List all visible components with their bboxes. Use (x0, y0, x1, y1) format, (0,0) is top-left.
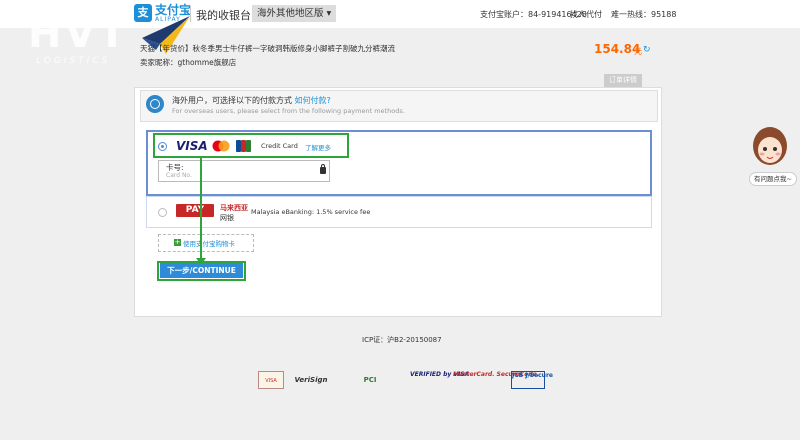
credit-card-label: Credit Card (261, 142, 298, 150)
hotline: 难一热线：95188 (611, 10, 677, 19)
visa-logo: VISA (176, 139, 208, 153)
alipay-logo-icon: 支 (134, 4, 152, 22)
verified-by-visa-logo: VERIFIED by VISA (410, 371, 470, 378)
seller-name: 卖家昵称：gthomme旗舰店 (140, 58, 237, 67)
top-bar (0, 0, 800, 28)
verisign-logo: VeriSign (294, 376, 328, 384)
notice-text: 海外用户，可选择以下的付款方式 如何付款? (172, 95, 331, 106)
lock-icon (320, 164, 326, 174)
header-divider (190, 6, 191, 22)
globe-icon (146, 95, 164, 113)
refresh-icon[interactable]: ↻ (643, 45, 651, 55)
security-badge-logo: VISA (258, 371, 284, 389)
notice-main-text: 海外用户，可选择以下的付款方式 (172, 96, 292, 105)
continue-button[interactable]: 下一步/CONTINUE (160, 263, 243, 278)
annotation-arrow-line (200, 158, 202, 262)
icp-license: ICP证：沪B2-20150087 (362, 336, 442, 344)
alipay-logo[interactable]: 支 支付宝 ALIPAY (134, 4, 191, 24)
currency-unit: 元 (634, 47, 642, 56)
plus-icon: + (174, 238, 181, 246)
card-number-placeholder: Card No. (166, 172, 192, 179)
help-bubble[interactable]: 有问题点我~ (749, 172, 797, 186)
region-label: 海外其他地区版 (257, 8, 324, 19)
cashier-title: 我的收银台 (196, 9, 251, 22)
learn-more-link[interactable]: 了解更多 (305, 142, 331, 152)
jcb-jsecure-logo: JCB J/Secure (511, 371, 553, 389)
alipay-logo-subtext: ALIPAY (155, 16, 181, 23)
notice-subtext: For overseas users, please select from t… (172, 107, 405, 115)
order-title: 天猫【年货价】秋冬季男士牛仔裤一字破洞韩版修身小脚裤子割破九分裤潮流 (140, 44, 395, 53)
molpay-label-ebank: 网银 (220, 214, 234, 222)
pci-logo: PCI (363, 376, 377, 384)
pay-for-me-link[interactable]: 找人代付 (570, 9, 602, 20)
order-detail-tab[interactable]: 订单详情 (604, 74, 642, 87)
watermark-subtext: LOGISTICS (36, 56, 111, 66)
malaysia-ebanking-radio[interactable] (158, 208, 167, 217)
molpay-label-malaysia: 马来西亚 (220, 204, 248, 212)
mastercard-securecode-logo: MasterCard. SecureCode. (453, 371, 539, 378)
jcb-icon (236, 140, 251, 152)
help-avatar-icon[interactable] (752, 126, 788, 170)
molpay-logo: PAY (176, 204, 214, 217)
alipay-logo-text: 支付宝 (155, 3, 192, 17)
region-dropdown[interactable]: 海外其他地区版 ▾ (252, 5, 337, 22)
mastercard-icon (212, 140, 230, 152)
how-to-pay-link[interactable]: 如何付款? (295, 96, 331, 105)
shopping-card-label: 使用支付宝购物卡 (183, 240, 235, 248)
malaysia-ebanking-label: Malaysia eBanking: 1.5% service fee (251, 208, 371, 216)
chevron-down-icon: ▾ (323, 8, 332, 19)
